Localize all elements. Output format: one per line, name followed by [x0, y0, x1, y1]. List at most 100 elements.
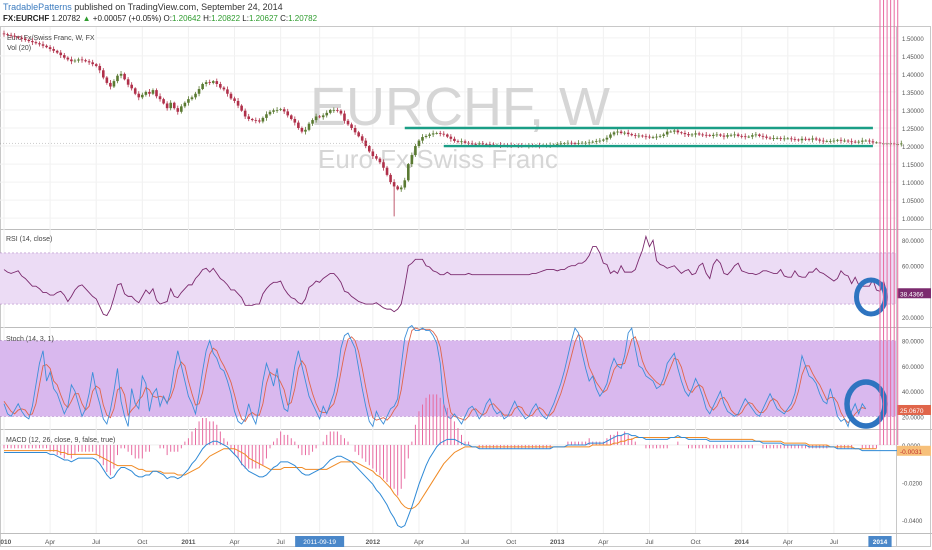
price-candle — [758, 134, 761, 136]
price-candle — [591, 141, 595, 143]
price-candle — [825, 140, 829, 142]
price-candle — [20, 37, 24, 39]
price-candle — [84, 60, 87, 62]
price-candle — [102, 70, 105, 78]
price-candle — [250, 118, 254, 121]
price-candle — [183, 102, 187, 107]
price-candle — [868, 140, 871, 142]
price-candle — [328, 109, 332, 113]
price-candle — [332, 109, 336, 111]
price-candle — [821, 140, 825, 142]
price-candle — [378, 158, 382, 163]
price-candle — [112, 81, 116, 87]
price-candle — [367, 146, 371, 152]
price-candle — [279, 109, 282, 111]
time-axis-label: 2012 — [366, 539, 381, 546]
price-candle — [648, 136, 651, 138]
price-candle — [343, 113, 346, 121]
macd-last-value: -0.0031 — [900, 449, 922, 456]
price-candle — [704, 134, 708, 136]
price-candle — [853, 141, 857, 143]
price-candle — [800, 138, 804, 141]
price-candle — [55, 50, 59, 53]
price-tick-label: 1.10000 — [902, 181, 924, 187]
price-candle — [45, 45, 48, 48]
price-candle — [133, 88, 137, 94]
time-axis-label: 2010 — [0, 539, 12, 546]
price-candle — [747, 136, 751, 138]
price-tick-label: 1.20000 — [902, 145, 924, 151]
price-candle — [733, 134, 736, 136]
price-candle — [765, 136, 768, 138]
price-candle — [318, 116, 321, 118]
price-candle — [477, 143, 481, 145]
price-tick-label: 1.00000 — [902, 217, 924, 223]
chart-canvas[interactable]: 1.50000 1.45000 1.40000 1.35000 1.30000 1.250… — [0, 0, 932, 550]
rsi-panel-title: RSI (14, close) — [6, 236, 52, 243]
price-tick-label: 1.40000 — [902, 73, 924, 79]
price-candle — [832, 140, 836, 142]
rsi-tick-label: 20.0000 — [902, 316, 924, 322]
time-axis-label: Apr — [45, 539, 56, 546]
price-candle — [598, 140, 602, 142]
price-candle — [637, 135, 641, 137]
price-candle — [687, 134, 690, 136]
price-candle — [396, 186, 399, 190]
price-candle — [77, 59, 80, 61]
price-candle — [339, 110, 343, 114]
price-candle — [254, 120, 258, 121]
price-candle — [414, 146, 417, 156]
price-candle — [719, 134, 722, 136]
price-candle — [428, 134, 431, 136]
price-candle — [602, 139, 605, 141]
price-candle — [105, 77, 109, 83]
price-candle — [775, 138, 779, 139]
price-candle — [690, 134, 694, 136]
price-candle — [144, 91, 148, 95]
price-candle — [829, 140, 832, 142]
price-candle — [860, 140, 864, 142]
price-candle — [594, 140, 598, 142]
price-candle — [751, 135, 754, 137]
price-candle — [23, 38, 27, 40]
price-candle — [289, 115, 293, 119]
price-candle — [761, 135, 765, 137]
price-candle — [871, 141, 875, 143]
price-candle — [357, 132, 360, 137]
price-candle — [740, 135, 743, 137]
price-candle — [9, 34, 13, 36]
price-candle — [176, 108, 180, 112]
price-candle — [712, 134, 715, 136]
price-candle — [162, 99, 165, 104]
price-candle — [187, 99, 190, 103]
price-candle — [644, 136, 648, 138]
price-candle — [109, 82, 112, 87]
time-axis-label: Jul — [645, 539, 654, 546]
price-candle — [385, 167, 389, 175]
time-axis-label: Apr — [229, 539, 240, 546]
time-axis-label: Jul — [461, 539, 470, 546]
price-candle — [208, 82, 212, 83]
macd-panel-title: MACD (12, 26, close, 9, false, true) — [6, 437, 115, 444]
price-candle — [286, 111, 290, 116]
price-candle — [6, 34, 9, 36]
price-candle — [275, 109, 279, 111]
price-candle — [137, 93, 141, 98]
price-tick-label: 1.35000 — [902, 91, 924, 97]
stoch-panel-title: Stoch (14, 3, 1) — [6, 336, 54, 343]
price-candle — [62, 55, 66, 58]
price-candle — [41, 44, 45, 46]
price-candle — [609, 134, 612, 138]
price-candle — [66, 57, 70, 60]
price-candle — [165, 103, 169, 109]
price-candle — [793, 139, 797, 140]
price-candle — [407, 164, 410, 181]
price-tick-label: 1.50000 — [902, 37, 924, 43]
price-candle — [190, 97, 194, 100]
price-candle — [797, 139, 800, 141]
price-candle — [605, 137, 609, 140]
price-candle — [438, 133, 442, 134]
price-candle — [141, 94, 144, 98]
price-candle — [180, 106, 183, 112]
price-candle — [857, 141, 861, 143]
